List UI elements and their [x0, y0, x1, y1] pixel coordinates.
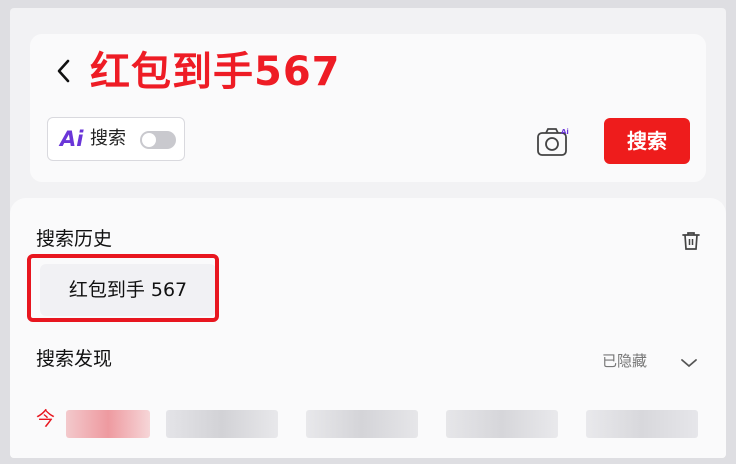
chevron-down-icon	[681, 359, 697, 368]
expand-toggle[interactable]	[680, 354, 698, 368]
trash-icon	[682, 232, 700, 250]
app-frame: 红包到手567 Ai 搜索 Ai 搜索 搜索历史 红包到手 567 搜索发现 已…	[10, 8, 726, 458]
ai-search-label: 搜索	[90, 128, 126, 149]
ai-search-toggle[interactable]: Ai 搜索	[47, 117, 185, 161]
camera-ai-button[interactable]: Ai	[535, 126, 571, 158]
search-suggestions-panel: 搜索历史 红包到手 567 搜索发现 已隐藏 今	[10, 198, 726, 458]
search-history-title: 搜索历史	[36, 228, 113, 250]
chevron-left-icon	[57, 59, 70, 83]
ai-icon: Ai	[60, 127, 84, 151]
search-discover-title: 搜索发现	[36, 348, 113, 370]
clear-history-button[interactable]	[680, 230, 702, 252]
blurred-tab[interactable]	[306, 410, 418, 438]
toggle-knob	[142, 133, 156, 147]
blurred-tab[interactable]	[166, 410, 278, 438]
search-header-card: 红包到手567 Ai 搜索 Ai 搜索	[30, 34, 706, 182]
svg-text:Ai: Ai	[561, 128, 569, 136]
hidden-status-label[interactable]: 已隐藏	[602, 350, 647, 372]
camera-icon: Ai	[537, 128, 569, 156]
highlight-annotation	[27, 254, 219, 322]
blurred-tab[interactable]	[66, 410, 150, 438]
blurred-tab[interactable]	[586, 410, 698, 438]
blurred-tab[interactable]	[446, 410, 558, 438]
search-query-text[interactable]: 红包到手567	[90, 46, 341, 98]
back-button[interactable]	[52, 56, 76, 86]
search-submit-button[interactable]: 搜索	[604, 118, 690, 164]
ai-toggle-switch[interactable]	[140, 131, 176, 149]
discover-tab-today[interactable]: 今	[36, 406, 55, 432]
